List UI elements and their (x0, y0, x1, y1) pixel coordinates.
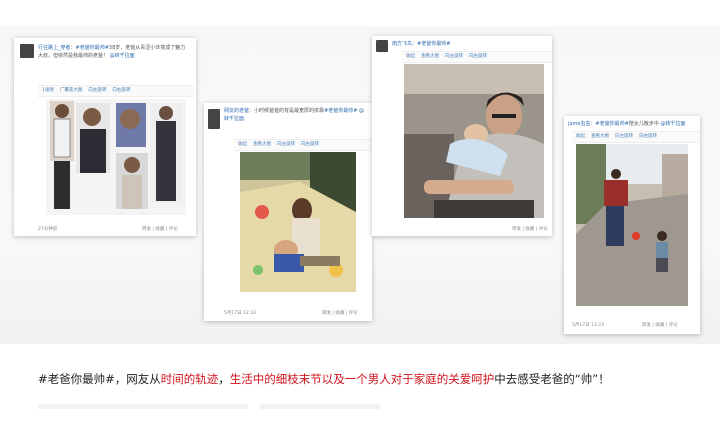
action-link[interactable]: 评论 (539, 227, 548, 232)
photo-collage-icon (50, 101, 182, 209)
toolbar-item[interactable]: 向右旋转 (469, 53, 487, 61)
post-actions: 转发 | 收藏 | 评论 (142, 227, 178, 232)
photo-street-walk[interactable] (576, 144, 688, 306)
mention-link[interactable]: @转千拉面 (110, 53, 135, 59)
post-text: 陪女儿散步中 (628, 121, 659, 127)
weibo-card-3: 南方飞鸟：#老爸你最帅# 收起 查看大图 向左旋转 向右旋转 转发 | 收藏 |… (372, 36, 552, 236)
caption-highlight: 生活中的细枝末节以及一个男人对于家庭的关爱呵护 (229, 372, 495, 386)
post-time: 5月17日 12:33 (224, 311, 256, 316)
card-user[interactable]: 网友的老爸 (224, 108, 249, 114)
toolbar-item[interactable]: 向左旋转 (88, 87, 106, 95)
post-text: 小时候爸爸的背是最宽厚的依靠 (254, 108, 325, 114)
avatar (20, 44, 34, 58)
action-link[interactable]: 收藏 (655, 323, 664, 328)
photo-father-child[interactable] (240, 152, 356, 292)
caption-highlight: 时间的轨迹 (160, 372, 219, 386)
weibo-card-2: 网友的老爸：小时候爸爸的背是最宽厚的依靠#老爸你最帅# @转千拉面 收起 查看大… (204, 103, 372, 321)
weibo-card-4: jame虫虫：#老爸你最帅#陪女儿散步中 @转千拉面 收起 查看大图 向左旋转 … (564, 116, 700, 334)
toolbar-item[interactable]: 1张图 (42, 87, 54, 95)
toolbar-item[interactable]: 查看大图 (421, 53, 439, 61)
card-user[interactable]: 行在路上_穿者 (38, 45, 71, 51)
post-time: 27分钟前 (38, 227, 58, 232)
caption-part: 中去感受老爸的“帅”！ (494, 372, 610, 386)
post-actions: 转发 | 收藏 | 评论 (642, 323, 678, 328)
mention-link[interactable]: @转千拉面 (660, 121, 685, 127)
topic-tag[interactable]: #老爸你最帅# (324, 108, 357, 114)
photo-father-baby[interactable] (404, 64, 544, 218)
weibo-card-1: 行在路上_穿者：#老爸你最帅#38岁，老爸从青涩小伙变成了魅力大叔，但依然是我最… (14, 38, 196, 236)
toolbar-item[interactable]: 向左旋转 (615, 133, 633, 141)
photo-grid[interactable] (46, 99, 186, 215)
topic-tag[interactable]: #老爸你最帅# (417, 41, 450, 47)
topic-tag[interactable]: #老爸你最帅# (76, 45, 109, 51)
action-link[interactable]: 转发 (322, 311, 331, 316)
image-toolbar: 收起 查看大图 向左旋转 向右旋转 (234, 139, 372, 151)
divider (38, 404, 248, 409)
action-link[interactable]: 转发 (642, 323, 651, 328)
action-link[interactable]: 收藏 (525, 227, 534, 232)
caption-part: #老爸你最帅#，网友从 (38, 372, 161, 386)
page-caption: #老爸你最帅#，网友从时间的轨迹，生活中的细枝末节以及一个男人对于家庭的关爱呵护… (38, 371, 678, 387)
action-link[interactable]: 评论 (169, 227, 178, 232)
post-actions: 转发 | 收藏 | 评论 (512, 227, 548, 232)
toolbar-item[interactable]: 收起 (238, 141, 247, 149)
action-link[interactable]: 收藏 (155, 227, 164, 232)
toolbar-item[interactable]: 广覆盖大图 (60, 87, 83, 95)
action-link[interactable]: 收藏 (335, 311, 344, 316)
card-user[interactable]: 南方飞鸟 (392, 41, 412, 47)
caption-part: ， (218, 372, 230, 386)
image-toolbar: 收起 查看大图 向左旋转 向右旋转 (572, 131, 700, 143)
action-link[interactable]: 评论 (669, 323, 678, 328)
image-toolbar: 1张图 广覆盖大图 向左旋转 向右旋转 (38, 85, 194, 97)
action-link[interactable]: 转发 (142, 227, 151, 232)
topic-tag[interactable]: #老爸你最帅# (595, 121, 628, 127)
toolbar-item[interactable]: 收起 (576, 133, 585, 141)
photo-street-icon (576, 144, 688, 306)
toolbar-item[interactable]: 向右旋转 (639, 133, 657, 141)
post-time: 5月17日 13:23 (572, 323, 604, 328)
toolbar-item[interactable]: 向右旋转 (112, 87, 130, 95)
toolbar-item[interactable]: 向左旋转 (277, 141, 295, 149)
divider (260, 404, 380, 409)
toolbar-item[interactable]: 向右旋转 (301, 141, 319, 149)
toolbar-item[interactable]: 向左旋转 (445, 53, 463, 61)
post-actions: 转发 | 收藏 | 评论 (322, 311, 358, 316)
toolbar-item[interactable]: 查看大图 (253, 141, 271, 149)
card-user[interactable]: jame虫虫 (568, 121, 590, 127)
image-toolbar: 收起 查看大图 向左旋转 向右旋转 (402, 51, 552, 63)
toolbar-item[interactable]: 查看大图 (591, 133, 609, 141)
toolbar-item[interactable]: 收起 (406, 53, 415, 61)
action-link[interactable]: 转发 (512, 227, 521, 232)
photo-sofa-icon (404, 64, 544, 218)
photo-playmat-icon (240, 152, 356, 292)
action-link[interactable]: 评论 (349, 311, 358, 316)
avatar (376, 40, 388, 52)
avatar (208, 109, 220, 129)
